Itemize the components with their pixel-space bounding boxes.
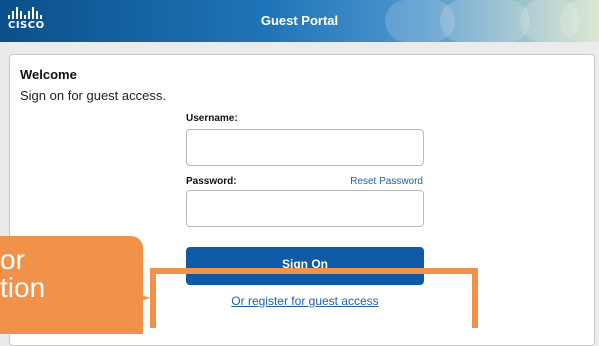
highlight-box [150, 268, 478, 328]
page-title: Guest Portal [260, 13, 339, 28]
portal-header: CISCO Guest Portal [0, 0, 599, 42]
password-field[interactable] [186, 190, 424, 227]
signon-instructions: Sign on for guest access. [20, 88, 166, 103]
reset-password-link[interactable]: Reset Password [330, 176, 423, 187]
welcome-heading: Welcome [20, 67, 77, 82]
callout-text: or tion [0, 244, 46, 303]
callout-pointer [120, 288, 150, 308]
password-label: Password: [186, 176, 237, 187]
username-field[interactable] [186, 129, 424, 166]
username-label: Username: [186, 113, 238, 124]
